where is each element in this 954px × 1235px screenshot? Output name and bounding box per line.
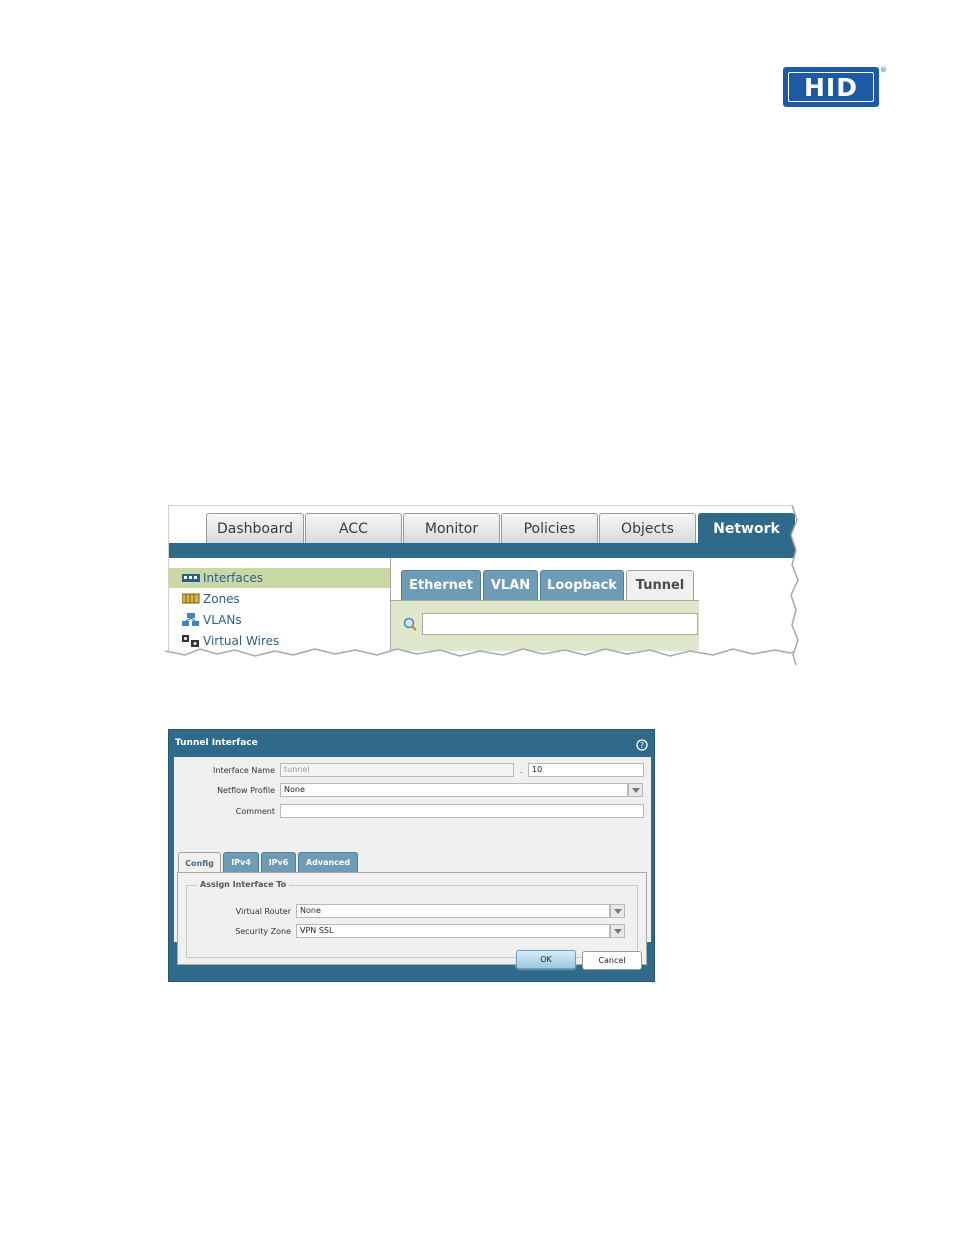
sidebar-item-label: VLANs bbox=[203, 613, 242, 627]
tab-objects[interactable]: Objects bbox=[599, 513, 696, 543]
netflow-profile-label: Netflow Profile bbox=[217, 786, 275, 795]
dialog-title: Tunnel Interface bbox=[175, 738, 258, 748]
network-sidebar: Interfaces Zones VLANs Virtual Wires bbox=[169, 558, 391, 659]
netflow-profile-select[interactable]: None bbox=[280, 783, 628, 797]
tab-ethernet[interactable]: Ethernet bbox=[401, 570, 481, 600]
section-legend: Assign Interface To bbox=[197, 880, 290, 889]
tab-loopback[interactable]: Loopback bbox=[540, 570, 624, 600]
interface-separator: . bbox=[519, 766, 523, 775]
interface-number-field[interactable]: 10 bbox=[528, 763, 644, 777]
tab-vlan[interactable]: VLAN bbox=[483, 570, 538, 600]
tab-ipv6[interactable]: IPv6 bbox=[261, 852, 296, 872]
registered-mark: ® bbox=[880, 66, 887, 74]
chevron-down-icon[interactable] bbox=[610, 904, 625, 918]
tab-dashboard[interactable]: Dashboard bbox=[206, 513, 304, 543]
hid-logo: HID bbox=[783, 67, 879, 107]
hid-logo-frame: HID bbox=[788, 72, 874, 102]
search-input[interactable] bbox=[422, 613, 698, 635]
interface-name-label: Interface Name bbox=[213, 766, 275, 775]
tab-acc[interactable]: ACC bbox=[305, 513, 402, 543]
security-zone-label: Security Zone bbox=[235, 927, 291, 936]
search-icon[interactable] bbox=[403, 616, 417, 631]
help-icon[interactable]: ? bbox=[636, 736, 648, 751]
virtual-router-label: Virtual Router bbox=[235, 907, 291, 916]
chevron-down-icon[interactable] bbox=[610, 924, 625, 938]
comment-field[interactable] bbox=[280, 804, 644, 818]
zones-icon bbox=[181, 592, 200, 606]
interface-name-field[interactable]: tunnel bbox=[280, 763, 514, 777]
sidebar-item-label: Interfaces bbox=[203, 571, 263, 585]
sidebar-item-vlans[interactable]: VLANs bbox=[169, 610, 390, 630]
sidebar-item-label: Zones bbox=[203, 592, 240, 606]
top-tab-bar: Dashboard ACC Monitor Policies Objects N… bbox=[169, 506, 799, 543]
config-tab-panel: Assign Interface To Virtual Router None … bbox=[177, 872, 647, 965]
network-nav-screenshot: Dashboard ACC Monitor Policies Objects N… bbox=[168, 505, 799, 659]
torn-edge-bottom bbox=[165, 648, 805, 665]
comment-label: Comment bbox=[235, 807, 275, 816]
ok-button[interactable]: OK bbox=[516, 950, 576, 969]
cancel-button[interactable]: Cancel bbox=[582, 951, 642, 970]
sidebar-item-zones[interactable]: Zones bbox=[169, 589, 390, 609]
vlans-icon bbox=[182, 613, 200, 627]
sidebar-item-interfaces[interactable]: Interfaces bbox=[169, 568, 390, 588]
hid-logo-text: HID bbox=[804, 72, 858, 102]
torn-edge-right bbox=[790, 505, 806, 665]
chevron-down-icon[interactable] bbox=[628, 783, 643, 797]
tunnel-interface-dialog: Tunnel Interface ? Interface Name tunnel… bbox=[168, 729, 655, 982]
tab-config[interactable]: Config bbox=[178, 852, 221, 873]
tab-advanced[interactable]: Advanced bbox=[298, 852, 358, 872]
interface-tabs: Ethernet VLAN Loopback Tunnel bbox=[391, 558, 799, 659]
virtual-router-select[interactable]: None bbox=[296, 904, 610, 918]
security-zone-select[interactable]: VPN SSL bbox=[296, 924, 610, 938]
tab-network[interactable]: Network bbox=[698, 513, 795, 543]
tab-monitor[interactable]: Monitor bbox=[403, 513, 500, 543]
nav-bar bbox=[169, 543, 799, 558]
tab-tunnel[interactable]: Tunnel bbox=[626, 570, 694, 600]
assign-interface-section: Assign Interface To Virtual Router None … bbox=[186, 880, 638, 958]
interfaces-icon bbox=[182, 571, 200, 585]
tab-policies[interactable]: Policies bbox=[501, 513, 598, 543]
dialog-body: Interface Name tunnel . 10 Netflow Profi… bbox=[174, 757, 651, 965]
svg-text:?: ? bbox=[640, 741, 644, 750]
tab-ipv4[interactable]: IPv4 bbox=[223, 852, 259, 872]
